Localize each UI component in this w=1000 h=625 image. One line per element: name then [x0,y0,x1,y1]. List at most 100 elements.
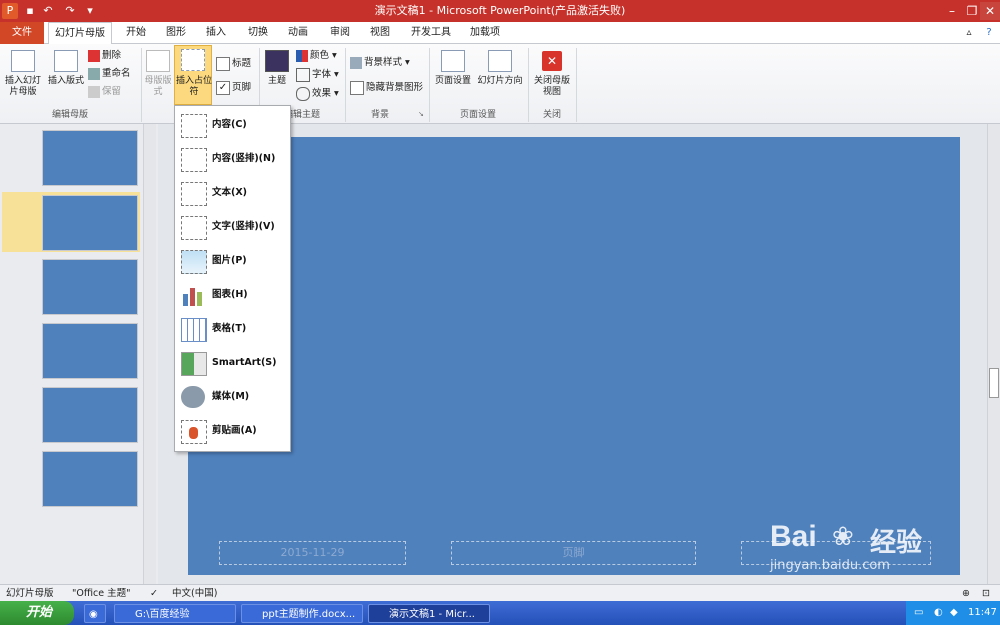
redo-icon[interactable]: ↷ [62,3,78,19]
background-styles-icon [350,56,362,69]
customize-qat-icon[interactable]: ▾ [82,3,98,19]
layout-thumbnail[interactable] [42,323,138,379]
delete-button[interactable]: 删除 [88,48,134,64]
slide-orientation-label: 幻灯片方向 [477,76,523,86]
menu-item-clipart[interactable]: 剪贴画(A) [175,414,290,448]
zoom-in-icon[interactable]: ⊕ [962,585,970,602]
paw-icon: ❀ [832,522,854,552]
footer-placeholder[interactable]: 页脚 [451,541,696,565]
tab-slide-master[interactable]: 幻灯片母版 [48,22,112,45]
page-setup-icon [441,50,465,72]
taskbar-item-explorer[interactable]: G:\百度经验 [114,604,236,623]
ribbon-tabs: 文件 幻灯片母版 开始 图形 插入 切换 动画 审阅 视图 开发工具 加载项 ▵… [0,22,1000,45]
footer-checkbox-box: ✓ [216,80,230,95]
ribbon-minimize-icon[interactable]: ▵ [962,22,976,44]
tab-file[interactable]: 文件 [0,22,44,44]
tab-addins[interactable]: 加载项 [462,22,508,44]
date-placeholder[interactable]: 2015-11-29 [219,541,406,565]
menu-item-text-vertical[interactable]: 文字(竖排)(V) [175,210,290,244]
start-button[interactable]: 开始 [0,601,74,625]
slide-canvas[interactable] [188,137,960,575]
insert-slide-master-button[interactable]: 插入幻灯片母版 [2,48,44,104]
background-styles-label: 背景样式 [364,57,403,68]
layout-thumbnail[interactable] [42,387,138,443]
fit-to-window-icon[interactable]: ⊡ [982,585,990,602]
title-bar: 演示文稿1 - Microsoft PowerPoint(产品激活失败) P ▪… [0,0,1000,22]
content-vertical-icon [181,148,207,172]
menu-item-label: 内容(竖排)(N) [212,153,276,164]
menu-item-table[interactable]: 表格(T) [175,312,290,346]
colors-icon [296,49,308,62]
tab-insert[interactable]: 插入 [198,22,234,44]
watermark-brand: Bai [770,520,817,553]
dialog-launcher-icon[interactable]: ↘ [418,110,426,118]
page-setup-button[interactable]: 页面设置 [432,48,474,104]
colors-button[interactable]: 颜色 ▾ [296,48,342,64]
taskbar-item-word[interactable]: ppt主题制作.docx... [241,604,363,623]
footer-checkbox[interactable]: ✓ 页脚 [216,80,256,96]
save-icon[interactable]: ▪ [22,3,38,19]
slide-orientation-button[interactable]: 幻灯片方向 [476,48,524,104]
tab-developer[interactable]: 开发工具 [406,22,456,44]
fonts-button[interactable]: 字体 ▾ [296,67,342,83]
hide-background-label: 隐藏背景图形 [366,82,424,93]
menu-item-label: 图片(P) [212,255,247,266]
layout-thumbnail[interactable] [42,130,138,186]
menu-item-picture[interactable]: 图片(P) [175,244,290,278]
taskbar-item-powerpoint[interactable]: 演示文稿1 - Micr... [368,604,490,623]
security-icon[interactable]: ◆ [950,601,958,625]
tab-transitions[interactable]: 切换 [240,22,276,44]
layout-thumbnail-selected[interactable] [42,195,138,251]
quick-launch-icon[interactable]: ◉ [84,604,106,623]
menu-item-media[interactable]: 媒体(M) [175,380,290,414]
menu-item-content[interactable]: 内容(C) [175,108,290,142]
help-icon[interactable]: ? [982,22,996,44]
fonts-label: 字体 [312,69,332,80]
themes-button[interactable]: 主题 [262,48,292,104]
clipart-icon [181,420,207,444]
background-styles-button[interactable]: 背景样式 ▾ [350,55,422,71]
undo-icon[interactable]: ↶ [40,3,56,19]
keyboard-icon[interactable]: ▭ [914,601,923,625]
menu-item-smartart[interactable]: SmartArt(S) [175,346,290,380]
chart-icon [181,284,205,306]
hide-background-checkbox[interactable]: 隐藏背景图形 [350,80,426,96]
thumbnails-scrollbar[interactable] [143,124,156,584]
powerpoint-app-icon[interactable]: P [2,3,18,19]
spellcheck-icon[interactable]: ✓ [150,585,158,602]
menu-item-content-vertical[interactable]: 内容(竖排)(N) [175,142,290,176]
master-layout-button[interactable]: 母版版式 [144,48,172,104]
minimize-icon[interactable]: – [942,2,962,20]
menu-item-label: 媒体(M) [212,391,250,402]
slide-orientation-icon [488,50,512,72]
edit-master-group-label: 编辑母版 [51,110,88,120]
tab-home[interactable]: 开始 [118,22,154,44]
status-bar: 幻灯片母版 "Office 主题" ✓ 中文(中国) ⊕ ⊡ [0,584,1000,601]
insert-layout-label: 插入版式 [47,76,84,86]
slide-scrollbar[interactable] [987,124,1000,584]
insert-layout-button[interactable]: 插入版式 [46,48,86,104]
maximize-icon[interactable]: ❐ [962,2,982,20]
layout-thumbnail[interactable] [42,451,138,507]
scrollbar-thumb[interactable] [989,368,999,398]
tab-animations[interactable]: 动画 [280,22,316,44]
title-checkbox[interactable]: 标题 [216,56,256,72]
effects-button[interactable]: 效果 ▾ [296,86,342,102]
menu-item-chart[interactable]: 图表(H) [175,278,290,312]
network-icon[interactable]: ◐ [934,601,943,625]
media-icon [181,386,205,408]
rename-button[interactable]: 重命名 [88,66,140,82]
tab-review[interactable]: 审阅 [322,22,358,44]
close-icon[interactable]: ✕ [980,2,1000,20]
tab-shapes[interactable]: 图形 [158,22,194,44]
tab-view[interactable]: 视图 [362,22,398,44]
layout-thumbnail[interactable] [42,259,138,315]
close-master-view-label: 关闭母版视图 [533,76,570,97]
menu-item-text[interactable]: 文本(X) [175,176,290,210]
picture-icon [181,250,207,274]
close-master-view-button[interactable]: ✕ 关闭母版视图 [532,48,572,104]
insert-placeholder-button[interactable]: 插入占位符 [174,45,212,105]
preserve-button[interactable]: 保留 [88,84,134,100]
menu-item-label: SmartArt(S) [212,357,277,368]
group-separator [528,48,529,122]
